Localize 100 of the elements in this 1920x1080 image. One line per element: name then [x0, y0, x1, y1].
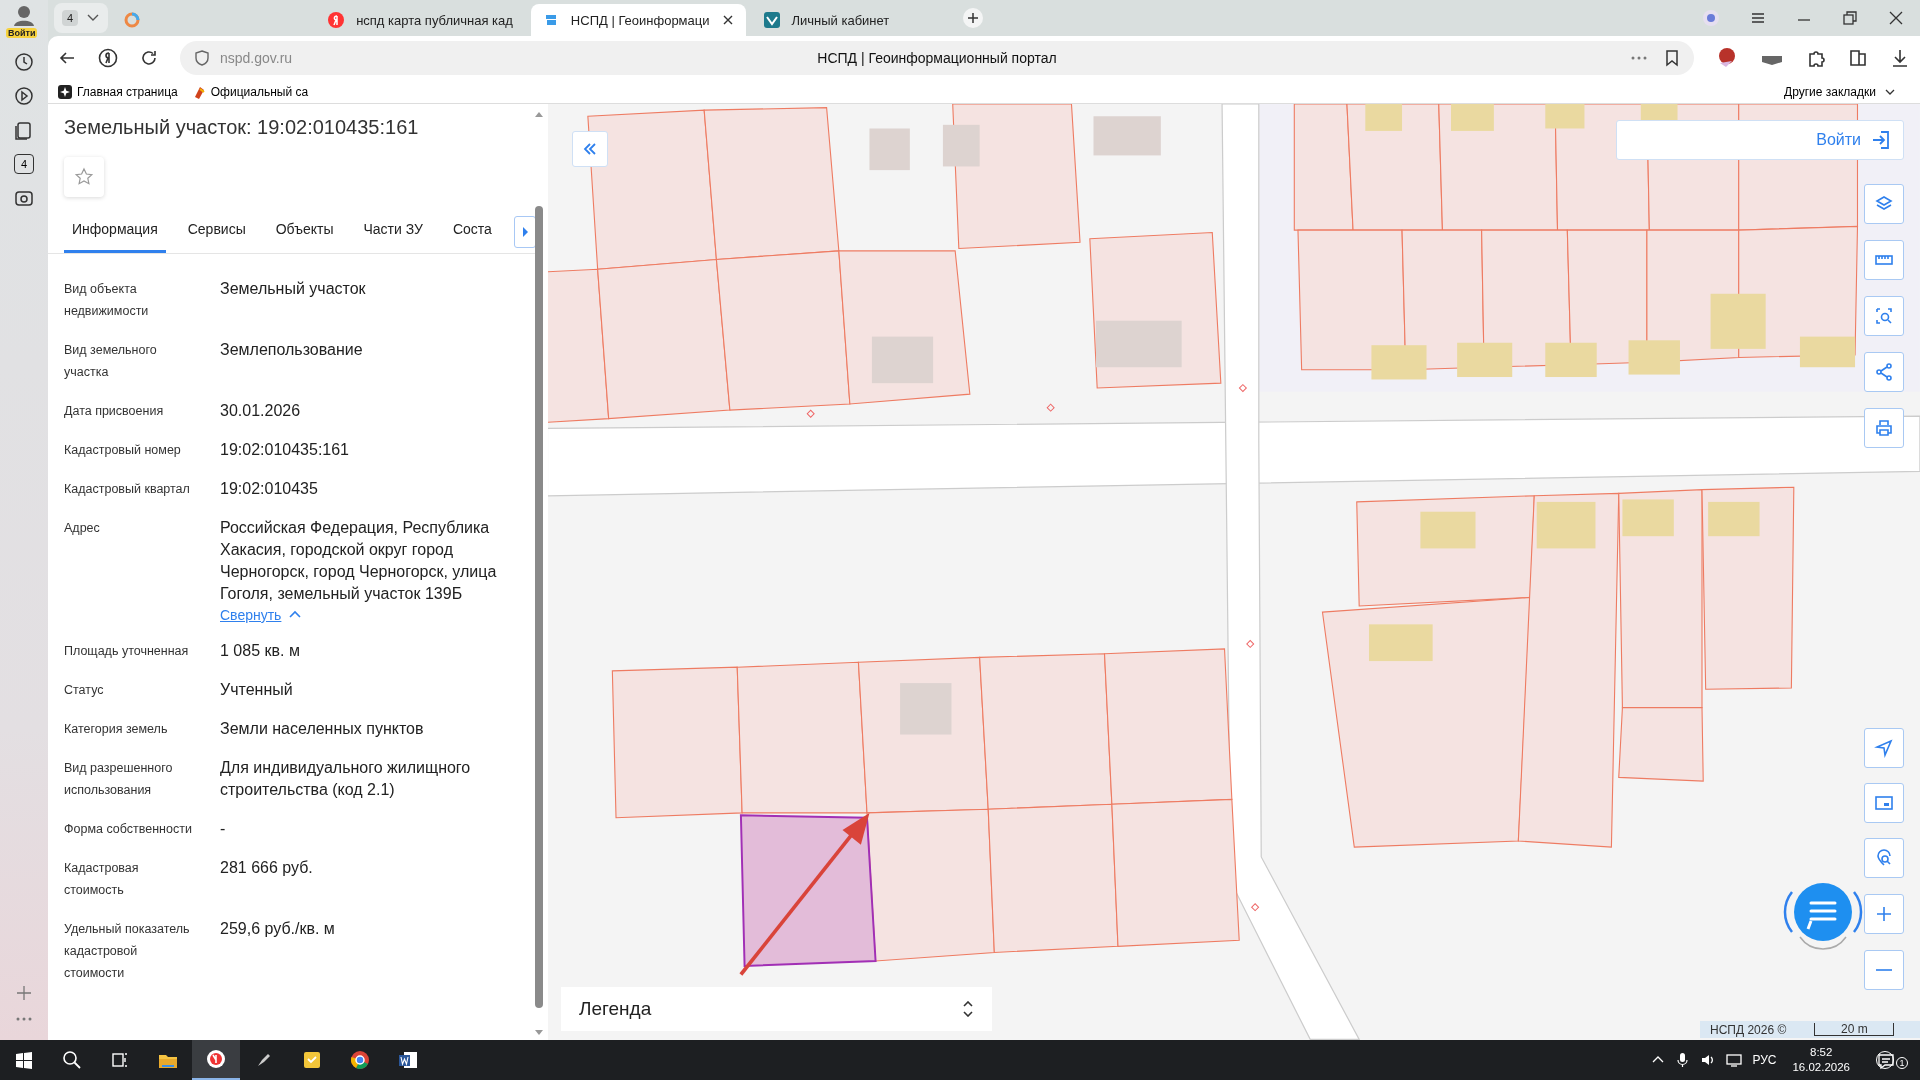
- navigation-arrow-button[interactable]: [1864, 728, 1904, 768]
- network-icon[interactable]: [1726, 1052, 1743, 1068]
- tab-counter-icon[interactable]: 4: [14, 154, 34, 174]
- notes-icon[interactable]: [14, 120, 34, 140]
- clock-time: 8:52: [1810, 1045, 1833, 1060]
- more-icon[interactable]: [1630, 54, 1648, 62]
- yandex-browser-icon[interactable]: [206, 1049, 226, 1069]
- double-chevron-left-icon: [583, 142, 597, 156]
- bookmark-item[interactable]: Официальный са: [191, 84, 309, 99]
- field-value: 259,6 руб./кв. м: [220, 919, 336, 939]
- location-search-button[interactable]: [1864, 838, 1904, 878]
- microphone-icon[interactable]: [1675, 1052, 1691, 1068]
- zoom-in-icon: [1874, 904, 1894, 924]
- tab-count[interactable]: 4: [62, 10, 79, 26]
- zoom-in-button[interactable]: [1864, 894, 1904, 934]
- browser-tab[interactable]: нспд карта публичная кад: [316, 4, 525, 36]
- search-icon[interactable]: [62, 1050, 82, 1070]
- field-value: 281 666 руб.: [220, 858, 314, 878]
- notification-count: 1: [1896, 1057, 1908, 1069]
- star-sparkle-icon: [58, 84, 72, 99]
- field-label: Кадастровый квартал: [64, 481, 191, 498]
- scroll-down-icon[interactable]: [534, 1029, 544, 1036]
- field-value: -: [220, 819, 227, 839]
- legend-toggle[interactable]: Легенда: [561, 987, 992, 1031]
- minimap-button[interactable]: [1864, 783, 1904, 823]
- panel-tab[interactable]: Части ЗУ: [355, 211, 431, 253]
- field-label: Кадастровый номер: [64, 442, 182, 459]
- print-button[interactable]: [1864, 408, 1904, 448]
- reload-icon[interactable]: [140, 49, 158, 67]
- share-icon: [1874, 362, 1894, 382]
- shield-icon[interactable]: [194, 50, 210, 66]
- close-icon[interactable]: [1888, 10, 1904, 26]
- field-label: Адрес: [64, 520, 101, 537]
- scale-bar: 20 m: [1814, 1023, 1895, 1036]
- task-view-icon[interactable]: [110, 1050, 130, 1070]
- restore-icon[interactable]: [1842, 10, 1858, 26]
- map-attribution: НСПД 2026 ©: [1710, 1022, 1787, 1037]
- field-value: Земельный участок: [220, 279, 367, 299]
- play-icon[interactable]: [14, 86, 34, 106]
- address-bar[interactable]: nspd.gov.ru НСПД | Геоинформационный портал: [180, 41, 1694, 75]
- sign-in-badge[interactable]: Войти: [6, 28, 38, 38]
- field-value: Учтенный: [220, 680, 294, 700]
- chevron-up-icon: [289, 610, 302, 620]
- colorful-ring-icon: [124, 12, 141, 28]
- field-value: 30.01.2026: [220, 401, 302, 421]
- field-value: Для индивидуального жилищного строительства (код 2.1): [220, 758, 472, 800]
- panel-tab[interactable]: Соста: [444, 211, 500, 253]
- ruler-button[interactable]: [1864, 240, 1904, 280]
- input-language[interactable]: РУС: [1752, 1053, 1777, 1067]
- word-icon[interactable]: [398, 1050, 418, 1070]
- share-button[interactable]: [1864, 352, 1904, 392]
- assistant-icon[interactable]: [1702, 9, 1720, 27]
- layers-button[interactable]: [1864, 184, 1904, 224]
- field-label: Статус: [64, 682, 105, 699]
- print-icon: [1874, 418, 1894, 438]
- scroll-up-icon[interactable]: [534, 111, 544, 118]
- field-value: 19:02:010435: [220, 479, 319, 499]
- field-label: Вид объекта недвижимости: [64, 281, 150, 320]
- sticky-note-icon[interactable]: [302, 1050, 322, 1070]
- new-tab-icon[interactable]: [961, 7, 984, 29]
- login-button[interactable]: Войти: [1616, 120, 1904, 160]
- chrome-icon[interactable]: [350, 1050, 370, 1070]
- yandex-logo-icon: [328, 12, 345, 28]
- panel-tab[interactable]: Сервисы: [179, 211, 254, 253]
- bookmark-icon[interactable]: [1664, 49, 1680, 67]
- next-tabs-button[interactable]: [513, 216, 536, 248]
- avatar-icon[interactable]: [13, 4, 35, 26]
- expand-icon: [962, 1001, 974, 1017]
- bookmark-item[interactable]: Главная страница: [58, 84, 178, 99]
- collapse-panel-button[interactable]: [572, 131, 608, 167]
- panel-tab[interactable]: Объекты: [267, 211, 342, 253]
- clock-date: 16.02.2026: [1792, 1060, 1850, 1075]
- field-value: 1 085 кв. м: [220, 641, 301, 661]
- star-icon: [74, 167, 94, 187]
- field-label: Площадь уточненная: [64, 643, 190, 660]
- browser-tab[interactable]: НСПД | Геоинформаци: [530, 4, 746, 36]
- more-icon[interactable]: [15, 1016, 33, 1022]
- other-bookmarks-button[interactable]: Другие закладки: [1784, 84, 1910, 99]
- field-label: Вид земельного участка: [64, 342, 158, 381]
- windows-start-icon[interactable]: [14, 1050, 34, 1070]
- camera-icon[interactable]: [14, 188, 34, 208]
- notification-icon[interactable]: [1876, 1051, 1894, 1069]
- close-icon[interactable]: [721, 14, 734, 26]
- history-icon[interactable]: [14, 52, 34, 72]
- caret-right-icon: [520, 226, 529, 238]
- field-label: Форма собственности: [64, 821, 193, 838]
- puzzle-icon[interactable]: [1806, 48, 1826, 68]
- field-value: Земли населенных пунктов: [220, 719, 425, 739]
- collapse-link[interactable]: Свернуть: [220, 607, 302, 623]
- panel-tab[interactable]: Информация: [64, 211, 166, 253]
- menu-icon[interactable]: [1750, 10, 1766, 26]
- sign-in-icon: [1871, 129, 1891, 151]
- download-icon[interactable]: [1890, 48, 1910, 68]
- field-value: Землепользование: [220, 340, 364, 360]
- area-search-button[interactable]: [1864, 296, 1904, 336]
- field-value: Российская Федерация, Республика Хакасия, городской округ город Черногорск, город Черногорск, улица Гоголя, земельный участок 139Б: [220, 518, 498, 604]
- field-label: Дата присвоения: [64, 403, 165, 420]
- collections-icon[interactable]: [1848, 48, 1868, 68]
- field-label: Кадастровая стоимость: [64, 860, 140, 899]
- browser-tab[interactable]: Личный кабинет: [751, 4, 948, 36]
